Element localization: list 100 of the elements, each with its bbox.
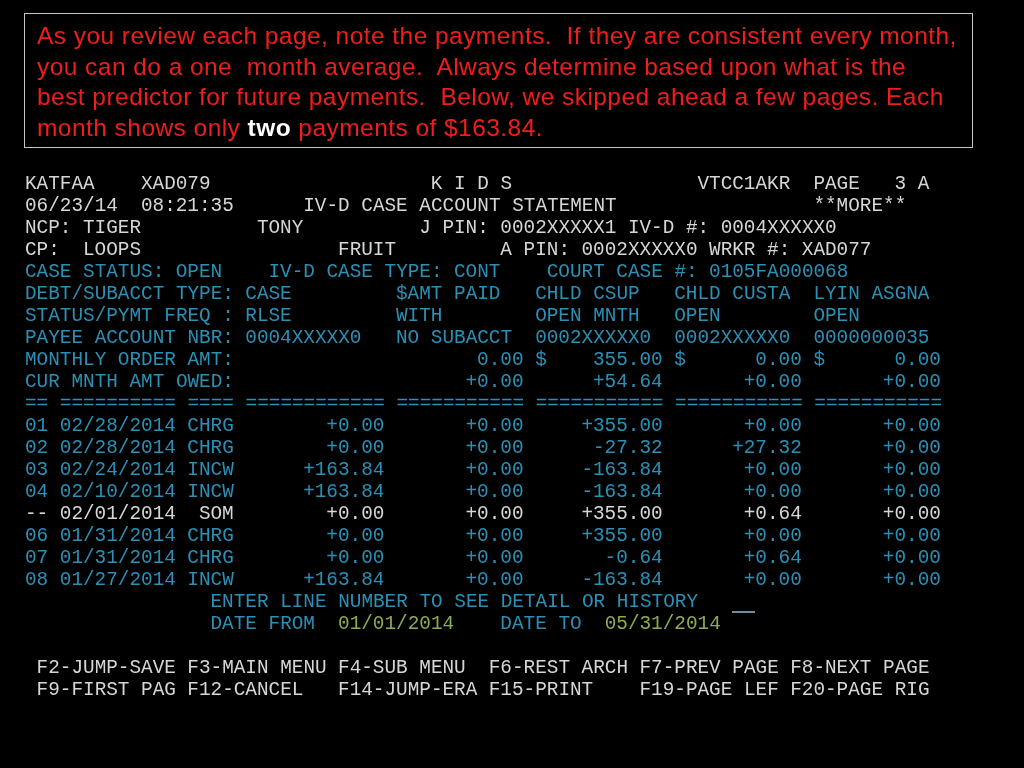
subaccount-value: WITH: [396, 305, 443, 327]
amount-value: +355.00: [581, 525, 663, 547]
amount-value: 0.00: [755, 349, 802, 371]
note-text: As you review each page, note the payments. If they are consistent every month, you can do a one month average. Always determine based upon what is the best predictor for future payments. Below, we skipped ahead a few pages. Each month shows only two payments of $163.84.: [37, 21, 957, 144]
subaccount-value: OPEN MNTH: [535, 305, 640, 327]
transaction-type: CHRG: [187, 525, 234, 547]
date-to-value: 05/31/2014: [604, 613, 721, 635]
party-role-label: NCP:: [25, 217, 72, 239]
id-value: XAD077: [801, 239, 872, 261]
id-label: IV-D #:: [627, 217, 710, 239]
function-key-label: F19-PAGE LEF: [639, 679, 779, 701]
amount-value: +0.00: [465, 371, 524, 393]
transaction-date: 02/24/2014: [59, 459, 176, 481]
amount-value: +355.00: [581, 415, 663, 437]
subaccount-value: 0002XXXXX0: [535, 327, 652, 349]
amount-value: +0.00: [465, 547, 524, 569]
field-value: 0105FA000068: [709, 261, 849, 283]
amount-value: +0.00: [326, 547, 385, 569]
date-from-value: 01/01/2014: [338, 613, 455, 635]
currency-sign: $: [535, 349, 547, 371]
amount-value: +0.00: [743, 371, 802, 393]
amount-value: -163.84: [581, 569, 663, 591]
amount-value: +0.00: [743, 569, 802, 591]
field-label: COURT CASE #:: [546, 261, 698, 283]
row-label: CUR MNTH AMT OWED:: [25, 371, 234, 393]
amount-value: +0.00: [465, 503, 524, 525]
line-number: 01: [25, 415, 49, 437]
transaction-date: 02/10/2014: [59, 481, 176, 503]
pin-label: A PIN:: [500, 239, 570, 261]
line-number: 03: [25, 459, 49, 481]
transaction-date: 02/28/2014: [59, 437, 176, 459]
line-number: 04: [25, 481, 49, 503]
prompt-text: ENTER LINE NUMBER TO SEE DETAIL OR HISTORY: [210, 591, 699, 613]
amount-value: +0.00: [882, 503, 941, 525]
function-key-label: F3-MAIN MENU: [187, 657, 327, 679]
amount-value: +0.00: [465, 415, 524, 437]
function-key-label: F4-SUB MENU: [338, 657, 466, 679]
case-value: CASE: [245, 283, 292, 305]
subaccount-value: CHLD CSUP: [535, 283, 640, 305]
transaction-type: INCW: [187, 569, 234, 591]
transaction-date: 02/28/2014: [59, 415, 176, 437]
amount-value: +0.00: [743, 415, 802, 437]
transaction-type: INCW: [187, 481, 234, 503]
amount-value: +0.00: [326, 437, 385, 459]
amount-value: +0.00: [465, 569, 524, 591]
case-value: RLSE: [245, 305, 292, 327]
screen-title: IV-D CASE ACCOUNT STATEMENT: [303, 195, 617, 217]
function-key-label: F15-PRINT: [488, 679, 594, 701]
amount-value: +0.00: [465, 525, 524, 547]
transaction-type: CHRG: [187, 415, 234, 437]
field-value: CONT: [453, 261, 501, 283]
amount-value: +0.00: [882, 481, 941, 503]
transaction-date: 01/27/2014: [59, 569, 176, 591]
amount-value: +0.00: [882, 437, 941, 459]
amount-value: +0.64: [743, 547, 802, 569]
amount-value: +0.00: [326, 503, 385, 525]
function-key-label: F14-JUMP-ERA: [338, 679, 478, 701]
screen-date: 06/23/14: [25, 195, 118, 217]
transaction-type: CHRG: [187, 547, 234, 569]
amount-value: -0.64: [604, 547, 663, 569]
field-label: IV-D CASE TYPE:: [268, 261, 443, 283]
line-number: 06: [25, 525, 49, 547]
function-key-label: F12-CANCEL: [187, 679, 304, 701]
amount-value: +0.00: [882, 371, 941, 393]
amount-value: +0.00: [743, 525, 802, 547]
row-label: MONTHLY ORDER AMT:: [25, 349, 234, 371]
amount-value: +0.00: [882, 547, 941, 569]
amount-value: +0.00: [743, 481, 802, 503]
date-to-label: DATE TO: [500, 613, 582, 635]
page-label: PAGE: [813, 173, 860, 195]
function-key-label: F6-REST ARCH: [488, 657, 629, 679]
amount-value: +0.00: [326, 415, 385, 437]
subaccount-value: 0000000035: [813, 327, 930, 349]
amount-value: +0.00: [882, 525, 941, 547]
amount-value: +0.00: [465, 437, 524, 459]
function-key-label: F7-PREV PAGE: [639, 657, 779, 679]
screen-time: 08:21:35: [140, 195, 234, 217]
subaccount-value: OPEN: [674, 305, 721, 327]
transaction-type: CHRG: [187, 437, 234, 459]
transaction-type: INCW: [187, 459, 234, 481]
amount-value: -163.84: [581, 459, 663, 481]
function-key-label: F2-JUMP-SAVE: [36, 657, 176, 679]
currency-sign: $: [813, 349, 825, 371]
amount-value: +0.00: [465, 459, 524, 481]
amount-value: +0.00: [882, 415, 941, 437]
line-number: 07: [25, 547, 49, 569]
amount-value: +0.00: [882, 569, 941, 591]
row-label: STATUS/PYMT FREQ :: [25, 305, 234, 327]
line-number: 02: [25, 437, 49, 459]
line-number: --: [25, 503, 49, 525]
amount-value: 0.00: [894, 349, 941, 371]
date-from-label: DATE FROM: [210, 613, 315, 635]
id-label: WRKR #:: [709, 239, 791, 261]
amount-value: 355.00: [593, 349, 663, 371]
subaccount-value: OPEN: [813, 305, 860, 327]
separator-line: == ========== ==== ============ =========== =========== =========== ===========: [25, 393, 943, 415]
subaccount-value: CHLD CUSTA: [674, 283, 791, 305]
amount-value: -163.84: [581, 481, 663, 503]
field-label: CASE STATUS:: [25, 261, 165, 283]
function-key-label: F8-NEXT PAGE: [790, 657, 930, 679]
